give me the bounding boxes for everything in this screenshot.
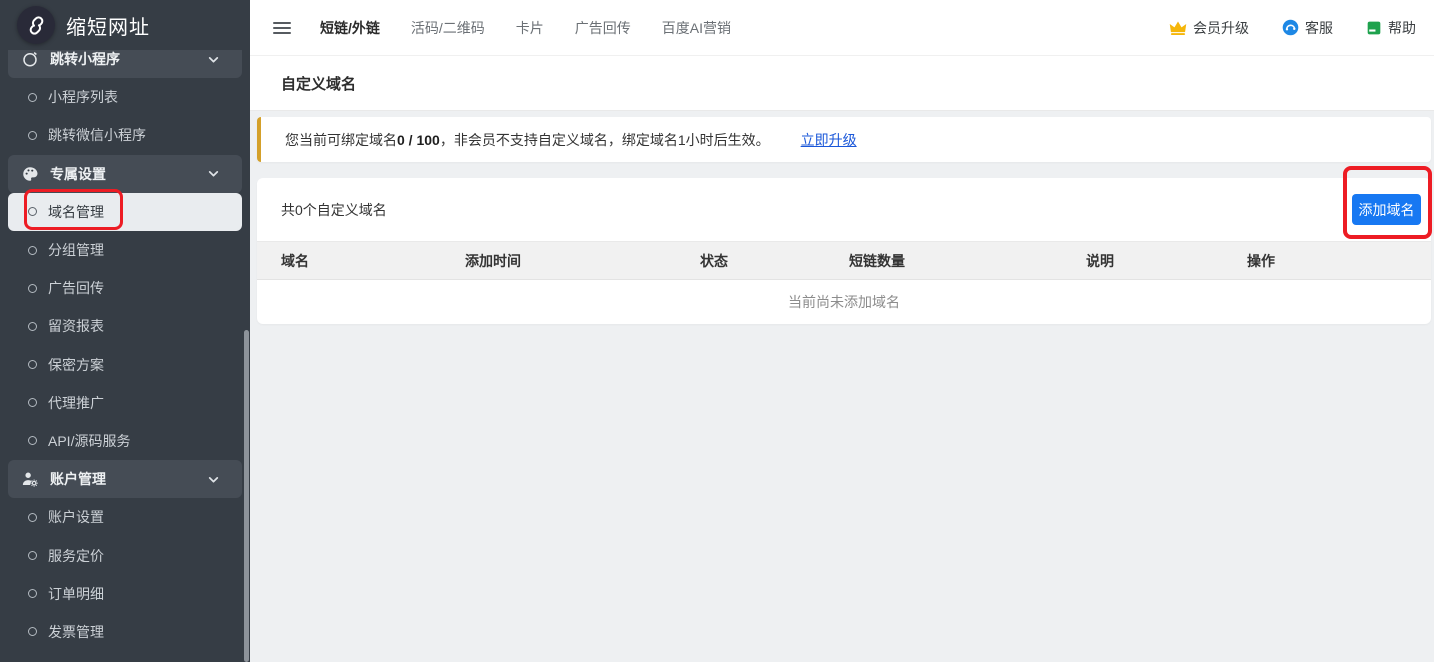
crown-icon bbox=[1169, 20, 1187, 36]
sidebar-item-label: 服务定价 bbox=[48, 546, 104, 566]
sidebar-item-miniprogram-list[interactable]: 小程序列表 bbox=[8, 78, 242, 116]
circle-bullet-icon bbox=[28, 627, 37, 636]
circle-bullet-icon bbox=[28, 284, 37, 293]
content: 您当前可绑定域名0 / 100，非会员不支持自定义域名，绑定域名1小时后生效。 … bbox=[250, 111, 1434, 324]
sidebar-scrollbar-thumb[interactable] bbox=[244, 330, 249, 662]
sidebar-section-exclusive-settings[interactable]: 专属设置 bbox=[8, 155, 242, 193]
tab-card[interactable]: 卡片 bbox=[516, 18, 544, 38]
chevron-down-icon bbox=[206, 472, 220, 486]
sidebar-item-account-settings[interactable]: 账户设置 bbox=[8, 498, 242, 536]
alert-text-prefix: 您当前可绑定域名 bbox=[285, 132, 397, 148]
circle-bullet-icon bbox=[28, 246, 37, 255]
column-header-5: 操作 bbox=[1223, 242, 1431, 280]
circle-bullet-icon bbox=[28, 131, 37, 140]
sidebar-item-domain-management[interactable]: 域名管理 bbox=[8, 193, 242, 231]
topbar-action-customer-service[interactable]: 客服 bbox=[1282, 18, 1333, 38]
tab-live-qrcode[interactable]: 活码/二维码 bbox=[411, 18, 485, 38]
quota-alert: 您当前可绑定域名0 / 100，非会员不支持自定义域名，绑定域名1小时后生效。 … bbox=[257, 117, 1431, 162]
tab-baidu-ai[interactable]: 百度AI营销 bbox=[662, 18, 731, 38]
topbar-action-help[interactable]: 帮助 bbox=[1366, 18, 1416, 38]
sidebar-item-order-details[interactable]: 订单明细 bbox=[8, 575, 242, 613]
main-area: 短链/外链 活码/二维码 卡片 广告回传 百度AI营销 会员升级 客服 帮助 自定义域名 您… bbox=[250, 0, 1434, 662]
service-icon bbox=[1282, 19, 1299, 36]
sidebar-item-label: 域名管理 bbox=[48, 202, 104, 222]
table-card-header: 共0个自定义域名 添加域名 bbox=[257, 178, 1431, 241]
sidebar-item-label: 账户设置 bbox=[48, 507, 104, 527]
sidebar-item-privacy-plan[interactable]: 保密方案 bbox=[8, 346, 242, 384]
page-header: 自定义域名 bbox=[250, 56, 1434, 111]
sidebar-item-label: API/源码服务 bbox=[48, 431, 130, 451]
app-title: 缩短网址 bbox=[66, 11, 150, 40]
sidebar-item-service-pricing[interactable]: 服务定价 bbox=[8, 536, 242, 574]
circle-bullet-icon bbox=[28, 398, 37, 407]
help-book-icon bbox=[1366, 20, 1382, 36]
link-icon bbox=[17, 6, 55, 44]
sidebar-item-label: 保密方案 bbox=[48, 355, 104, 375]
sidebar-item-invoice-management[interactable]: 发票管理 bbox=[8, 613, 242, 651]
sidebar-item-label: 跳转小程序 bbox=[50, 49, 120, 69]
sidebar-menu: 跳转小程序小程序列表跳转微信小程序专属设置域名管理分组管理广告回传留资报表保密方… bbox=[8, 40, 242, 651]
user-gear-icon bbox=[20, 469, 40, 489]
sidebar-item-ad-callback[interactable]: 广告回传 bbox=[8, 269, 242, 307]
column-header-4: 说明 bbox=[1062, 242, 1223, 280]
empty-state-text: 当前尚未添加域名 bbox=[257, 280, 1431, 324]
sidebar-item-label: 留资报表 bbox=[48, 316, 104, 336]
column-header-0: 域名 bbox=[257, 242, 441, 280]
circle-bullet-icon bbox=[28, 360, 37, 369]
palette-icon bbox=[20, 164, 40, 184]
circle-bullet-icon bbox=[28, 551, 37, 560]
alert-text: 您当前可绑定域名0 / 100，非会员不支持自定义域名，绑定域名1小时后生效。 bbox=[285, 130, 770, 150]
circle-bullet-icon bbox=[28, 322, 37, 331]
circle-bullet-icon bbox=[28, 589, 37, 598]
sidebar-item-label: 专属设置 bbox=[50, 164, 106, 184]
topbar-action-member-upgrade[interactable]: 会员升级 bbox=[1169, 18, 1249, 38]
add-domain-button[interactable]: 添加域名 bbox=[1352, 194, 1421, 225]
column-header-2: 状态 bbox=[676, 242, 825, 280]
topbar-right: 会员升级 客服 帮助 bbox=[1169, 18, 1418, 38]
column-header-3: 短链数量 bbox=[825, 242, 1062, 280]
domain-table-card: 共0个自定义域名 添加域名 域名添加时间状态短链数量说明操作 当前尚未添加域名 bbox=[257, 178, 1431, 324]
table-empty-row: 当前尚未添加域名 bbox=[257, 280, 1431, 324]
sidebar-item-label: 广告回传 bbox=[48, 278, 104, 298]
alert-text-suffix: ，非会员不支持自定义域名，绑定域名1小时后生效。 bbox=[440, 132, 770, 148]
circle-bullet-icon bbox=[28, 207, 37, 216]
sidebar-item-label: 跳转微信小程序 bbox=[48, 125, 146, 145]
sidebar-item-label: 分组管理 bbox=[48, 240, 104, 260]
tab-ad-callback[interactable]: 广告回传 bbox=[575, 18, 631, 38]
sidebar-item-jump-wechat-miniprogram[interactable]: 跳转微信小程序 bbox=[8, 116, 242, 154]
tab-short-link[interactable]: 短链/外链 bbox=[320, 18, 380, 38]
topbar: 短链/外链 活码/二维码 卡片 广告回传 百度AI营销 会员升级 客服 帮助 bbox=[250, 0, 1434, 56]
sidebar-item-label: 发票管理 bbox=[48, 622, 104, 642]
chevron-down-icon bbox=[206, 52, 220, 66]
chevron-down-icon bbox=[206, 167, 220, 181]
sidebar-item-api-source-service[interactable]: API/源码服务 bbox=[8, 422, 242, 460]
sidebar-item-label: 代理推广 bbox=[48, 393, 104, 413]
mini-program-icon bbox=[20, 49, 40, 69]
sidebar-section-account-management[interactable]: 账户管理 bbox=[8, 460, 242, 498]
topbar-action-label: 帮助 bbox=[1388, 18, 1416, 38]
hamburger-menu-icon[interactable] bbox=[273, 18, 291, 38]
sidebar-item-label: 小程序列表 bbox=[48, 87, 118, 107]
upgrade-now-link[interactable]: 立即升级 bbox=[801, 130, 857, 150]
circle-bullet-icon bbox=[28, 436, 37, 445]
page-title: 自定义域名 bbox=[281, 73, 356, 94]
column-header-1: 添加时间 bbox=[441, 242, 676, 280]
alert-quota: 0 / 100 bbox=[397, 132, 440, 148]
sidebar: 跳转小程序小程序列表跳转微信小程序专属设置域名管理分组管理广告回传留资报表保密方… bbox=[0, 0, 250, 662]
app-logo[interactable]: 缩短网址 bbox=[0, 0, 250, 50]
sidebar-item-lead-report[interactable]: 留资报表 bbox=[8, 307, 242, 345]
circle-bullet-icon bbox=[28, 93, 37, 102]
circle-bullet-icon bbox=[28, 513, 37, 522]
topbar-action-label: 会员升级 bbox=[1193, 18, 1249, 38]
topbar-action-label: 客服 bbox=[1305, 18, 1333, 38]
sidebar-item-group-management[interactable]: 分组管理 bbox=[8, 231, 242, 269]
sidebar-item-agent-promotion[interactable]: 代理推广 bbox=[8, 384, 242, 422]
sidebar-item-label: 账户管理 bbox=[50, 469, 106, 489]
domain-table: 域名添加时间状态短链数量说明操作 当前尚未添加域名 bbox=[257, 241, 1431, 324]
table-header-row: 域名添加时间状态短链数量说明操作 bbox=[257, 242, 1431, 280]
topnav-tabs: 短链/外链 活码/二维码 卡片 广告回传 百度AI营销 bbox=[320, 18, 731, 38]
sidebar-item-label: 订单明细 bbox=[48, 584, 104, 604]
domain-count-text: 共0个自定义域名 bbox=[281, 200, 387, 220]
